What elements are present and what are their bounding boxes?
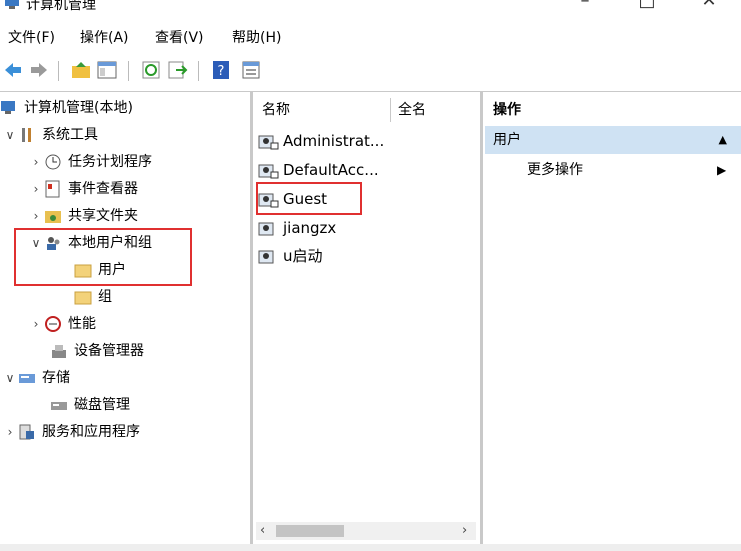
tree-item-label: 计算机管理(本地): [24, 100, 133, 116]
tree-item-label: 共享文件夹: [68, 208, 138, 224]
close-button[interactable]: ✕: [689, 0, 729, 14]
pane-divider-right[interactable]: [480, 91, 483, 546]
highlight-box-guest: [256, 182, 362, 215]
toolbar-separator: [128, 61, 129, 81]
tree-item-performance[interactable]: › 性能: [28, 312, 96, 336]
back-arrow-icon[interactable]: [2, 59, 24, 81]
more-actions-label: 更多操作: [527, 162, 583, 178]
tree-item-device-manager[interactable]: 设备管理器: [50, 339, 144, 363]
pane-divider-top: [0, 91, 741, 92]
more-actions-item[interactable]: 更多操作: [527, 158, 583, 182]
tree-item-shared-folders[interactable]: › 共享文件夹: [28, 204, 138, 228]
tree-item-label: 事件查看器: [68, 181, 138, 197]
maximize-button[interactable]: □: [627, 0, 667, 14]
chevron-down-icon[interactable]: ∨: [2, 123, 18, 147]
show-hide-tree-icon[interactable]: [96, 59, 118, 81]
list-item[interactable]: jiangzx: [258, 215, 336, 241]
folder-icon: [74, 291, 92, 305]
services-icon: [19, 424, 34, 440]
tree-item-label: 存储: [42, 370, 70, 386]
refresh-icon[interactable]: [140, 59, 162, 81]
user-name: jiangzx: [283, 219, 337, 237]
window-title: 计算机管理: [26, 0, 96, 13]
toolbar-separator: [58, 61, 59, 81]
tree-item-label: 系统工具: [42, 127, 98, 143]
user-name: Administrat...: [283, 132, 385, 150]
computer-management-icon: [1, 101, 15, 114]
forward-arrow-icon[interactable]: [28, 59, 50, 81]
chevron-right-icon[interactable]: ›: [28, 204, 44, 228]
properties-icon[interactable]: [240, 59, 262, 81]
disk-icon: [51, 402, 67, 410]
actions-pane: 操作 用户 ▲ 更多操作 ▶: [485, 94, 741, 549]
list-item[interactable]: DefaultAcc...: [258, 157, 379, 183]
tree-item-label: 服务和应用程序: [42, 424, 140, 440]
tree-item-task-scheduler[interactable]: › 任务计划程序: [28, 150, 152, 174]
column-header-fullname[interactable]: 全名: [398, 94, 426, 126]
toolbar: ?: [0, 56, 741, 86]
toolbar-separator: [198, 61, 199, 81]
minimize-button[interactable]: –: [565, 0, 605, 14]
menu-file[interactable]: 文件(F): [8, 26, 55, 50]
navigation-tree: 计算机管理(本地) ∨ 系统工具 › 任务计划程序 › 事件查看器 › 共享文件夹 ∨ 本…: [0, 94, 248, 544]
tree-item-label: 设备管理器: [74, 343, 144, 359]
storage-icon: [19, 374, 35, 383]
highlight-box-tree: [14, 228, 192, 286]
tree-item-disk-management[interactable]: 磁盘管理: [50, 393, 130, 417]
clock-icon: [45, 154, 61, 170]
tree-item-label: 性能: [68, 316, 96, 332]
column-divider[interactable]: [390, 98, 391, 122]
shared-folder-icon: [45, 211, 61, 223]
chevron-right-icon[interactable]: ›: [28, 177, 44, 201]
submenu-arrow-icon[interactable]: ▶: [717, 158, 726, 182]
help-icon[interactable]: ?: [210, 59, 232, 81]
scroll-left-icon[interactable]: ‹: [260, 522, 265, 540]
menu-view[interactable]: 查看(V): [155, 26, 204, 50]
tree-item-system-tools[interactable]: ∨ 系统工具: [2, 123, 98, 147]
tree-item-storage[interactable]: ∨ 存储: [2, 366, 70, 390]
user-name: DefaultAcc...: [283, 161, 379, 179]
export-list-icon[interactable]: [166, 59, 188, 81]
user-icon: [258, 164, 279, 178]
tree-item-label: 组: [98, 289, 112, 305]
actions-section-users[interactable]: 用户 ▲: [485, 126, 741, 154]
event-viewer-icon: [45, 180, 60, 198]
tree-item-computer-management[interactable]: 计算机管理(本地): [0, 96, 133, 120]
tree-item-services-apps[interactable]: › 服务和应用程序: [2, 420, 140, 444]
device-manager-icon: [52, 345, 66, 358]
pane-divider-left[interactable]: [250, 91, 253, 546]
tree-item-groups[interactable]: 组: [74, 285, 112, 309]
chevron-right-icon[interactable]: ›: [28, 150, 44, 174]
user-list-pane: 名称 全名 Administrat... DefaultAcc... Guest…: [254, 94, 478, 544]
scrollbar-thumb[interactable]: [276, 525, 344, 537]
list-item[interactable]: Administrat...: [258, 128, 384, 154]
status-bar: [0, 544, 741, 551]
svg-text:?: ?: [218, 64, 225, 79]
menu-help[interactable]: 帮助(H): [232, 26, 281, 50]
actions-title: 操作: [493, 102, 521, 118]
performance-icon: [45, 316, 61, 332]
chevron-right-icon[interactable]: ›: [28, 312, 44, 336]
section-label: 用户: [493, 132, 521, 148]
tools-icon: [22, 128, 31, 142]
collapse-up-icon[interactable]: ▲: [719, 126, 727, 154]
horizontal-scrollbar[interactable]: ‹ ›: [256, 522, 476, 540]
user-icon: [258, 250, 274, 263]
tree-item-label: 任务计划程序: [68, 154, 152, 170]
tree-item-label: 磁盘管理: [74, 397, 130, 413]
scroll-right-icon[interactable]: ›: [462, 522, 467, 540]
chevron-down-icon[interactable]: ∨: [2, 366, 18, 390]
chevron-right-icon[interactable]: ›: [2, 420, 18, 444]
column-header-name[interactable]: 名称: [262, 94, 290, 126]
title-bar: 计算机管理 – □ ✕: [0, 0, 741, 20]
list-item[interactable]: u启动: [258, 243, 323, 269]
tree-item-event-viewer[interactable]: › 事件查看器: [28, 177, 138, 201]
user-name: u启动: [283, 247, 323, 265]
computer-management-icon: [5, 0, 19, 9]
menu-action[interactable]: 操作(A): [80, 26, 129, 50]
user-icon: [258, 135, 279, 149]
menu-bar: 文件(F) 操作(A) 查看(V) 帮助(H): [0, 26, 741, 50]
user-icon: [258, 222, 274, 235]
up-folder-icon[interactable]: [70, 59, 92, 81]
